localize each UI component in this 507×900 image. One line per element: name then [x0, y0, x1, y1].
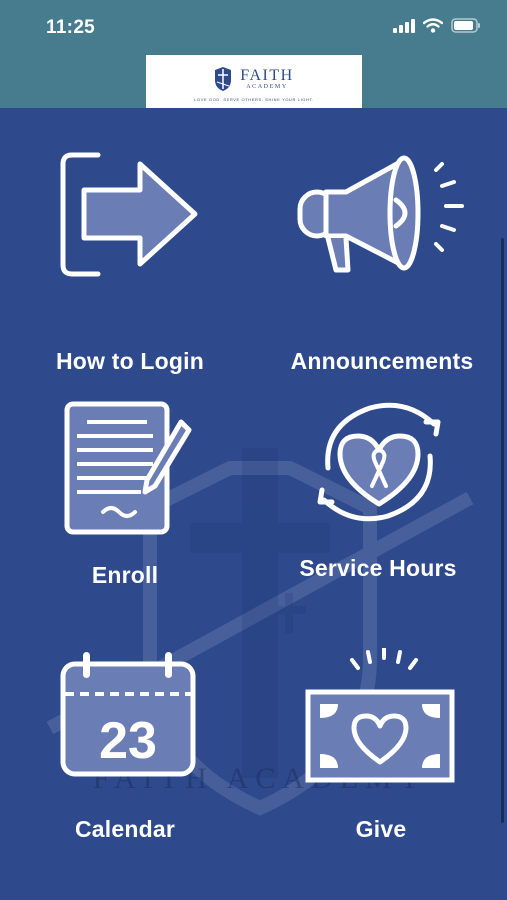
status-icons: [393, 18, 481, 33]
give-tile[interactable]: Give: [300, 648, 462, 848]
menu-area[interactable]: FAITH ACADEMY How to Login Announcements: [0, 108, 507, 900]
announcements-tile[interactable]: Announcements: [278, 148, 488, 374]
announcements-label: Announcements: [290, 348, 474, 374]
logo-tagline: LOVE GOD. SERVE OTHERS. SHINE YOUR LIGHT…: [194, 97, 314, 102]
how-to-login-label: How to Login: [55, 348, 205, 374]
logo-name: FAITH: [240, 66, 294, 84]
logo-sub: ACADEMY: [246, 83, 288, 90]
give-label: Give: [355, 816, 407, 842]
login-arrow-icon: [60, 152, 198, 277]
battery-icon: [451, 18, 480, 33]
how-to-login-tile[interactable]: How to Login: [40, 148, 220, 374]
calendar-tile[interactable]: 23 Calendar: [55, 650, 205, 850]
form-pencil-icon: [64, 401, 192, 535]
signal-icon: [393, 18, 415, 33]
school-logo: FAITH ACADEMY LOVE GOD. SERVE OTHERS. SH…: [146, 55, 362, 108]
enroll-label: Enroll: [91, 562, 159, 588]
crest-icon: [215, 67, 232, 91]
service-hours-tile[interactable]: Service Hours: [288, 400, 473, 600]
donation-heart-icon: [305, 648, 455, 783]
wifi-icon: [423, 18, 443, 33]
calendar-label: Calendar: [74, 816, 176, 842]
heart-ribbon-icon: [317, 402, 441, 522]
status-bar: 11:25 FAITH ACADEMY LOVE GOD. SERVE OTHE…: [0, 0, 507, 108]
scrollbar[interactable]: [501, 238, 504, 823]
calendar-icon: 23: [60, 652, 196, 777]
enroll-tile[interactable]: Enroll: [55, 400, 205, 600]
service-hours-label: Service Hours: [299, 555, 457, 581]
status-time: 11:25: [46, 17, 96, 38]
calendar-day: 23: [99, 712, 157, 770]
megaphone-icon: [297, 155, 464, 273]
